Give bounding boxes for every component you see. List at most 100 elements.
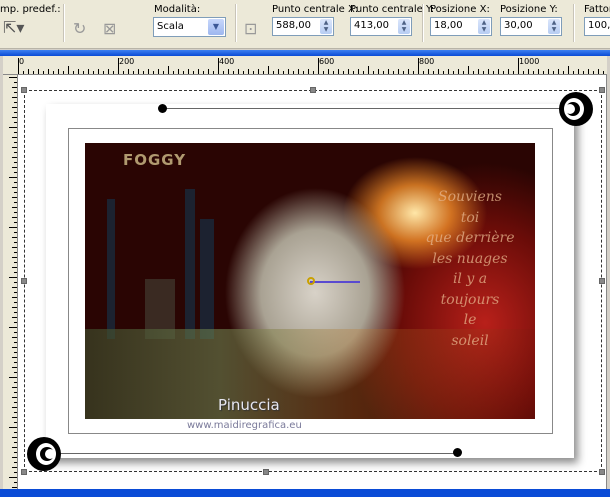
- ruler-tick: [603, 71, 604, 74]
- ruler-tick: [12, 267, 17, 268]
- ruler-tick: [188, 69, 189, 74]
- ruler-tick: [14, 112, 17, 113]
- reset-icon[interactable]: ↻: [73, 19, 86, 38]
- pivot-point[interactable]: [307, 277, 315, 285]
- ruler-tick: [158, 69, 159, 74]
- resize-handle-bl[interactable]: [21, 469, 27, 475]
- ruler-tick: [388, 69, 389, 74]
- curl-ornament-top-right: [559, 92, 593, 126]
- deco-line-top: [163, 108, 568, 109]
- ruler-tick: [14, 162, 17, 163]
- ruler-tick: [143, 71, 144, 74]
- ruler-tick: [14, 462, 17, 463]
- ruler-tick: [12, 397, 17, 398]
- ruler-tick: [12, 207, 17, 208]
- pos-y-value: 30,00: [504, 20, 533, 31]
- mode-select[interactable]: Scala ▼: [153, 17, 226, 37]
- ruler-tick: [258, 69, 259, 74]
- ruler-tick: [14, 402, 17, 403]
- ruler-tick: [348, 69, 349, 74]
- resize-handle-b[interactable]: [263, 469, 269, 475]
- resize-handle-tr[interactable]: [599, 87, 605, 93]
- ruler-tick: [523, 71, 524, 74]
- ruler-tick: [83, 71, 84, 74]
- poem-line: que derrière: [425, 230, 515, 246]
- pos-x-label: Posizione X:: [430, 4, 490, 15]
- resize-handle-br[interactable]: [599, 469, 605, 475]
- center-x-input[interactable]: 588,00 ▲ ▼: [272, 17, 334, 36]
- ruler-tick: [14, 292, 17, 293]
- ruler-tick: [23, 71, 24, 74]
- ruler-tick: [298, 69, 299, 74]
- ruler-tick: [12, 137, 17, 138]
- spin-arrows-icon[interactable]: ▲ ▼: [398, 19, 410, 34]
- ruler-tick: [14, 232, 17, 233]
- ruler-tick: [93, 71, 94, 74]
- ruler-tick: [12, 197, 17, 198]
- pos-y-input[interactable]: 30,00 ▲ ▼: [500, 17, 562, 36]
- pointer-preset-icon[interactable]: ⇱▾: [3, 18, 24, 37]
- ruler-tick: [418, 58, 419, 74]
- ruler-tick: [33, 71, 34, 74]
- ruler-tick: [253, 71, 254, 74]
- ruler-tick: [68, 66, 69, 74]
- ruler-tick: [193, 71, 194, 74]
- ruler-tick: [14, 362, 17, 363]
- ruler-tick: [14, 322, 17, 323]
- resize-handle-l[interactable]: [21, 278, 27, 284]
- center-y-input[interactable]: 413,00 ▲ ▼: [350, 17, 412, 36]
- ruler-label: 800: [419, 57, 435, 66]
- spin-arrows-icon[interactable]: ▲ ▼: [478, 19, 490, 34]
- rotation-handle-line[interactable]: [310, 281, 360, 283]
- ruler-tick: [533, 71, 534, 74]
- ruler-tick: [338, 69, 339, 74]
- ruler-tick: [493, 71, 494, 74]
- tower: [107, 199, 115, 339]
- ruler-tick: [248, 69, 249, 74]
- ruler-tick: [12, 337, 17, 338]
- resize-handle-tl[interactable]: [21, 87, 27, 93]
- ruler-tick: [463, 71, 464, 74]
- ruler-tick: [593, 71, 594, 74]
- ruler-tick: [14, 172, 17, 173]
- ruler-tick: [278, 69, 279, 74]
- ruler-tick: [413, 71, 414, 74]
- ruler-tick: [128, 69, 129, 74]
- ruler-tick: [14, 202, 17, 203]
- pos-x-input[interactable]: 18,00 ▲ ▼: [430, 17, 492, 36]
- resize-handle-r[interactable]: [599, 278, 605, 284]
- spin-arrows-icon[interactable]: ▲ ▼: [320, 19, 332, 34]
- ruler-tick: [12, 167, 17, 168]
- ruler-tick: [14, 332, 17, 333]
- ruler-tick: [153, 71, 154, 74]
- ruler-tick: [14, 452, 17, 453]
- ruler-tick: [393, 71, 394, 74]
- ruler-tick: [12, 367, 17, 368]
- center-icon[interactable]: ⊡: [244, 19, 257, 38]
- ruler-tick: [103, 71, 104, 74]
- ruler-tick: [14, 382, 17, 383]
- mode-value: Scala: [157, 21, 184, 32]
- ruler-tick: [14, 422, 17, 423]
- resize-handle-t[interactable]: [310, 87, 316, 93]
- ruler-tick: [12, 287, 17, 288]
- ruler-tick: [12, 257, 17, 258]
- spin-arrows-icon[interactable]: ▲ ▼: [548, 19, 560, 34]
- factor-input[interactable]: 100,0: [584, 17, 610, 36]
- ruler-tick: [14, 92, 17, 93]
- ruler-tick: [448, 69, 449, 74]
- ruler-tick: [378, 69, 379, 74]
- ruler-tick: [503, 71, 504, 74]
- ruler-tick: [14, 392, 17, 393]
- ruler-tick: [14, 152, 17, 153]
- ruler-tick: [163, 71, 164, 74]
- ruler-tick: [263, 71, 264, 74]
- ruler-tick: [218, 58, 219, 74]
- ruler-tick: [53, 71, 54, 74]
- ruler-tick: [168, 66, 169, 74]
- ruler-tick: [14, 122, 17, 123]
- deform-icon[interactable]: ⊠: [103, 19, 116, 38]
- ruler-tick: [12, 87, 17, 88]
- ruler-tick: [443, 71, 444, 74]
- ruler-tick: [528, 69, 529, 74]
